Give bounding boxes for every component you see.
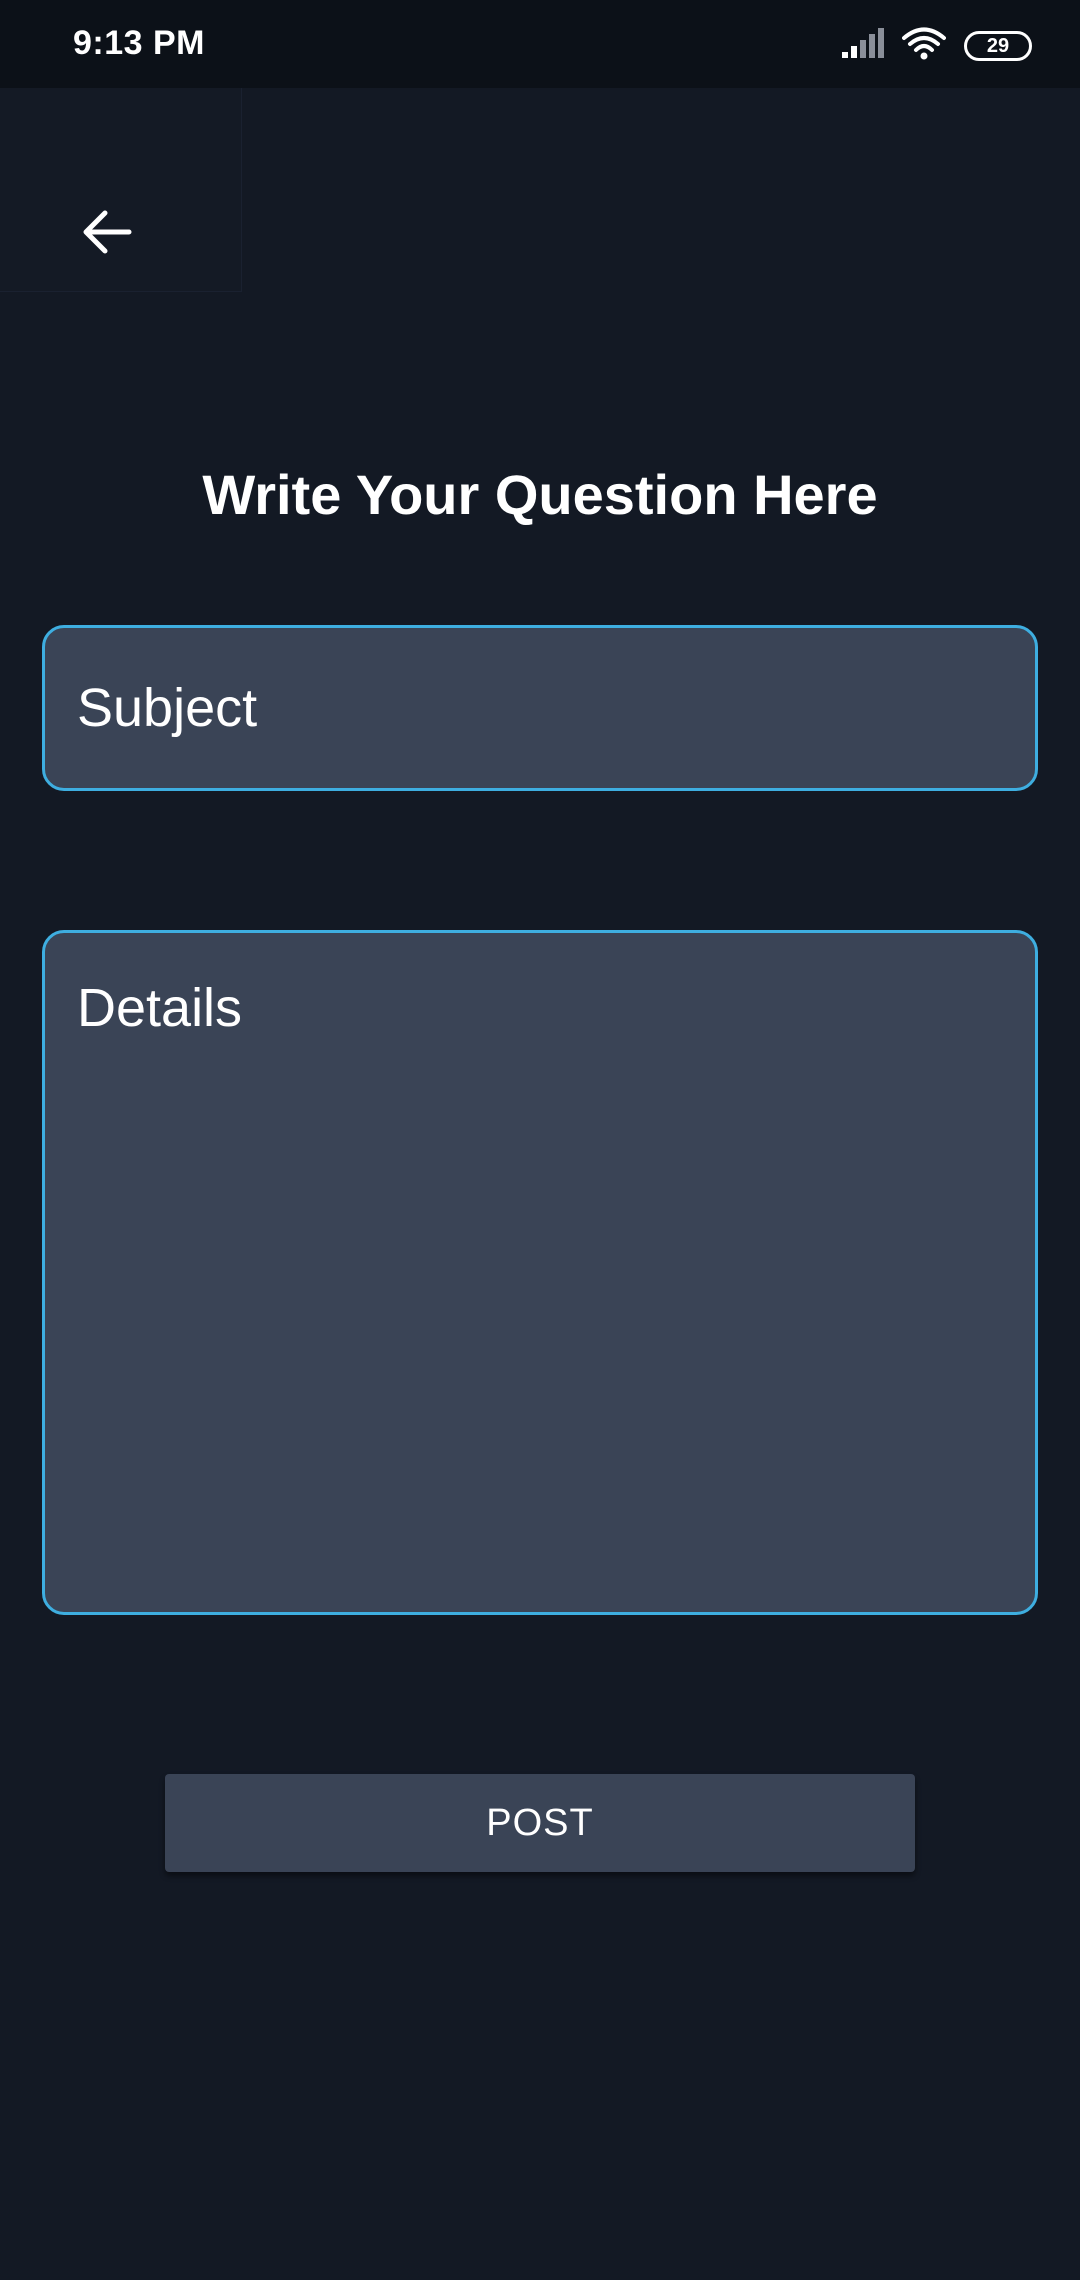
wifi-icon [902, 27, 946, 66]
ask-question-screen: 9:13 PM 29 Write Your Question Here Subj… [0, 0, 1080, 2280]
status-time: 9:13 PM [73, 24, 205, 62]
page-title: Write Your Question Here [202, 463, 878, 526]
back-button[interactable] [0, 88, 242, 292]
details-textarea[interactable] [42, 930, 1038, 1615]
battery-level: 29 [986, 35, 1010, 57]
status-bar: 9:13 PM 29 [0, 0, 1080, 88]
status-icons: 29 [842, 26, 1032, 66]
subject-input[interactable] [42, 625, 1038, 791]
arrow-left-icon [83, 118, 133, 261]
battery-icon: 29 [964, 31, 1032, 61]
signal-icon [842, 27, 884, 65]
post-button[interactable]: POST [165, 1774, 915, 1872]
